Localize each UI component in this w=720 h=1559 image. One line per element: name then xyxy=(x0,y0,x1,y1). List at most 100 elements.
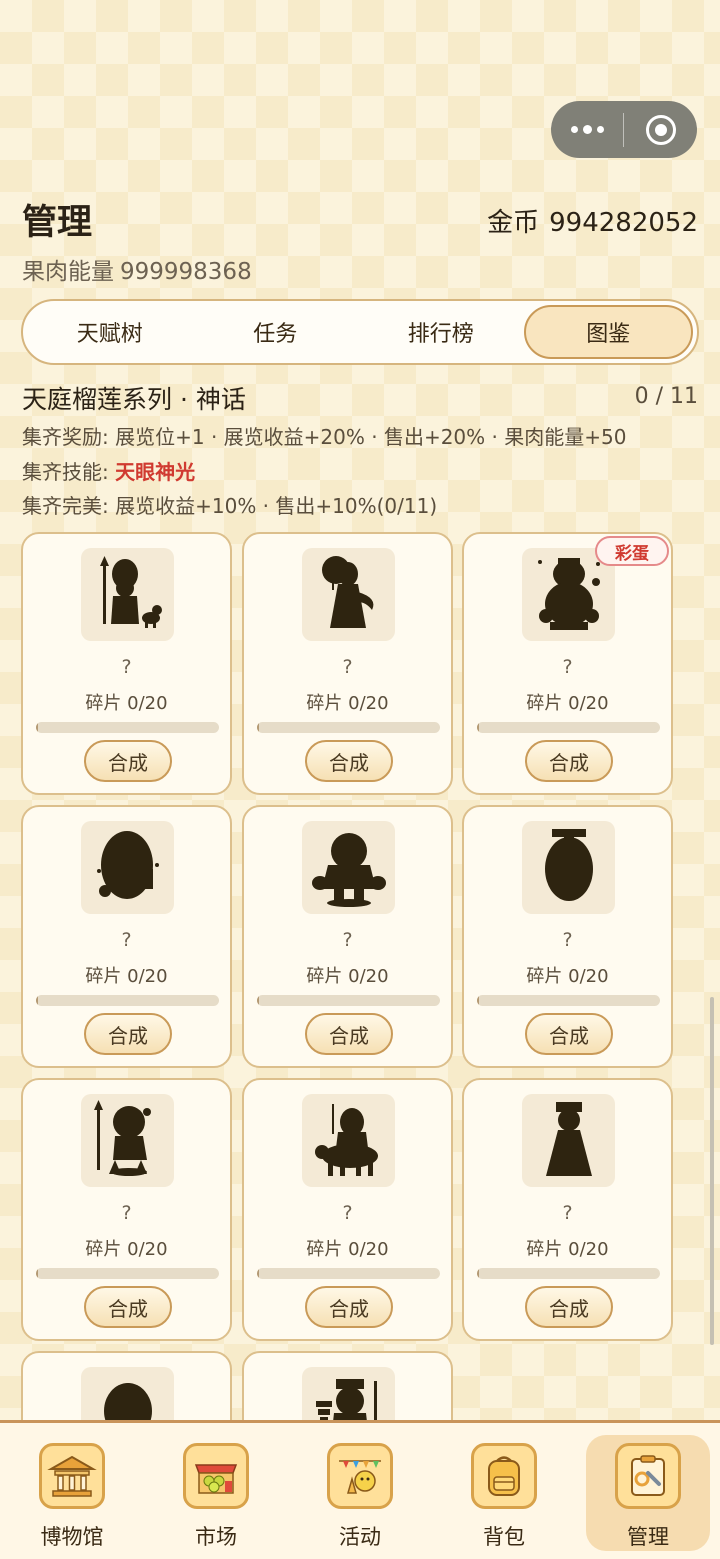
nav-item-market[interactable]: 市场 xyxy=(144,1423,288,1559)
card-name: ? xyxy=(342,1202,353,1224)
fragment-progress-bar xyxy=(477,722,660,733)
collection-card[interactable]: ? 碎片 0/20 合成 xyxy=(242,1078,453,1341)
elder-sage-silhouette xyxy=(96,830,159,899)
spear-child-silhouette xyxy=(93,1099,151,1176)
collection-card[interactable]: ? 碎片 0/20 合成 xyxy=(21,1078,232,1341)
nav-label-manage: 管理 xyxy=(627,1525,669,1549)
fragment-count: 碎片 0/20 xyxy=(306,1239,389,1260)
tab-collection[interactable]: 图鉴 xyxy=(523,305,693,359)
collect-perfect-line: 集齐完美: 展览收益+10% · 售出+10%(0/11) xyxy=(22,490,437,519)
manage-icon xyxy=(615,1443,681,1509)
card-name: ? xyxy=(562,656,573,678)
card-name: ? xyxy=(562,1202,573,1224)
fragment-progress-bar xyxy=(36,722,219,733)
scrollbar[interactable] xyxy=(710,997,714,1345)
collect-reward-label: 集齐奖励: xyxy=(22,425,109,449)
easter-egg-badge: 彩蛋 xyxy=(595,536,669,566)
collection-card[interactable]: ? 碎片 0/20 合成 xyxy=(21,532,232,795)
synthesize-button[interactable]: 合成 xyxy=(305,740,393,782)
card-name: ? xyxy=(121,656,132,678)
energy-value: 999998368 xyxy=(120,259,252,285)
collection-card[interactable]: ? 碎片 0/20 合成 xyxy=(462,1078,673,1341)
figure-portrait xyxy=(302,1094,395,1187)
more-menu-icon[interactable] xyxy=(551,124,623,134)
fragment-count: 碎片 0/20 xyxy=(85,693,168,714)
collection-card[interactable]: ? 碎片 0/20 合成 xyxy=(242,805,453,1068)
figure-portrait xyxy=(302,821,395,914)
fragment-count: 碎片 0/20 xyxy=(526,693,609,714)
tab-leaderboard[interactable]: 排行榜 xyxy=(358,305,524,359)
nav-item-backpack[interactable]: 背包 xyxy=(432,1423,576,1559)
figure-portrait xyxy=(81,548,174,641)
synthesize-button[interactable]: 合成 xyxy=(525,1013,613,1055)
coins-value: 994282052 xyxy=(549,208,698,238)
synthesize-button[interactable]: 合成 xyxy=(305,1013,393,1055)
fragment-progress-bar xyxy=(257,995,440,1006)
collect-skill-label: 集齐技能: xyxy=(22,460,109,484)
nav-item-event[interactable]: 活动 xyxy=(288,1423,432,1559)
energy-display: 果肉能量 999998368 xyxy=(22,252,252,286)
collection-card[interactable]: 彩蛋? 碎片 0/20 合成 xyxy=(462,532,673,795)
figure-portrait xyxy=(81,1094,174,1187)
card-name: ? xyxy=(562,929,573,951)
fragment-progress-bar xyxy=(477,995,660,1006)
page-title: 管理 xyxy=(22,203,93,243)
fragment-count: 碎片 0/20 xyxy=(85,966,168,987)
collect-reward-line: 集齐奖励: 展览位+1 · 展览收益+20% · 售出+20% · 果肉能量+5… xyxy=(22,421,626,450)
synthesize-button[interactable]: 合成 xyxy=(84,1013,172,1055)
nav-label-event: 活动 xyxy=(339,1525,381,1549)
synthesize-button[interactable]: 合成 xyxy=(525,740,613,782)
strongman-silhouette xyxy=(311,832,386,907)
collection-card[interactable]: ? 碎片 0/20 合成 xyxy=(462,805,673,1068)
fragment-progress-bar xyxy=(477,1268,660,1279)
card-name: ? xyxy=(121,929,132,951)
series-count: 0 / 11 xyxy=(634,384,698,409)
nav-item-museum[interactable]: 博物馆 xyxy=(0,1423,144,1559)
collect-reward-text: 展览位+1 · 展览收益+20% · 售出+20% · 果肉能量+50 xyxy=(115,425,627,449)
collection-card[interactable]: ? 碎片 0/20 合成 xyxy=(21,805,232,1068)
tab-tasks[interactable]: 任务 xyxy=(193,305,359,359)
figure-portrait xyxy=(302,548,395,641)
close-miniprogram-icon[interactable] xyxy=(624,114,697,145)
collect-skill-name: 天眼神光 xyxy=(115,460,196,484)
card-name: ? xyxy=(121,1202,132,1224)
synthesize-button[interactable]: 合成 xyxy=(84,1286,172,1328)
energy-label: 果肉能量 xyxy=(22,259,114,285)
market-icon xyxy=(183,1443,249,1509)
fragment-count: 碎片 0/20 xyxy=(306,693,389,714)
nav-label-market: 市场 xyxy=(195,1525,237,1549)
goddess-silhouette xyxy=(321,555,373,628)
fragment-progress-bar xyxy=(257,722,440,733)
museum-icon xyxy=(39,1443,105,1509)
synthesize-button[interactable]: 合成 xyxy=(84,740,172,782)
card-name: ? xyxy=(342,929,353,951)
fragment-count: 碎片 0/20 xyxy=(526,1239,609,1260)
figure-portrait xyxy=(522,1094,615,1187)
queen-silhouette xyxy=(545,1101,592,1176)
figure-portrait xyxy=(522,821,615,914)
event-icon xyxy=(327,1443,393,1509)
figure-portrait xyxy=(81,821,174,914)
synthesize-button[interactable]: 合成 xyxy=(305,1286,393,1328)
nav-item-manage[interactable]: 管理 xyxy=(576,1423,720,1559)
wealth-god-silhouette xyxy=(537,557,600,630)
synthesize-button[interactable]: 合成 xyxy=(525,1286,613,1328)
bottom-nav: 博物馆 市场 活动 背包 管理 xyxy=(0,1420,720,1559)
ox-rider-silhouette xyxy=(314,1103,378,1176)
fragment-progress-bar xyxy=(257,1268,440,1279)
warrior-dog-silhouette xyxy=(99,555,162,628)
collection-card[interactable]: ? 碎片 0/20 合成 xyxy=(242,532,453,795)
collect-perfect-text: 展览收益+10% · 售出+10%(0/11) xyxy=(115,494,438,518)
nav-label-museum: 博物馆 xyxy=(40,1525,104,1549)
coins-display: 金币 994282052 xyxy=(487,202,698,239)
nav-label-backpack: 背包 xyxy=(483,1525,525,1549)
card-name: ? xyxy=(342,656,353,678)
fragment-count: 碎片 0/20 xyxy=(526,966,609,987)
fragment-count: 碎片 0/20 xyxy=(306,966,389,987)
collect-perfect-label: 集齐完美: xyxy=(22,494,109,518)
fragment-progress-bar xyxy=(36,1268,219,1279)
series-title: 天庭榴莲系列 · 神话 xyxy=(22,385,246,414)
fragment-progress-bar xyxy=(36,995,219,1006)
tab-talent-tree[interactable]: 天赋树 xyxy=(27,305,193,359)
collect-skill-line: 集齐技能: 天眼神光 xyxy=(22,456,195,485)
